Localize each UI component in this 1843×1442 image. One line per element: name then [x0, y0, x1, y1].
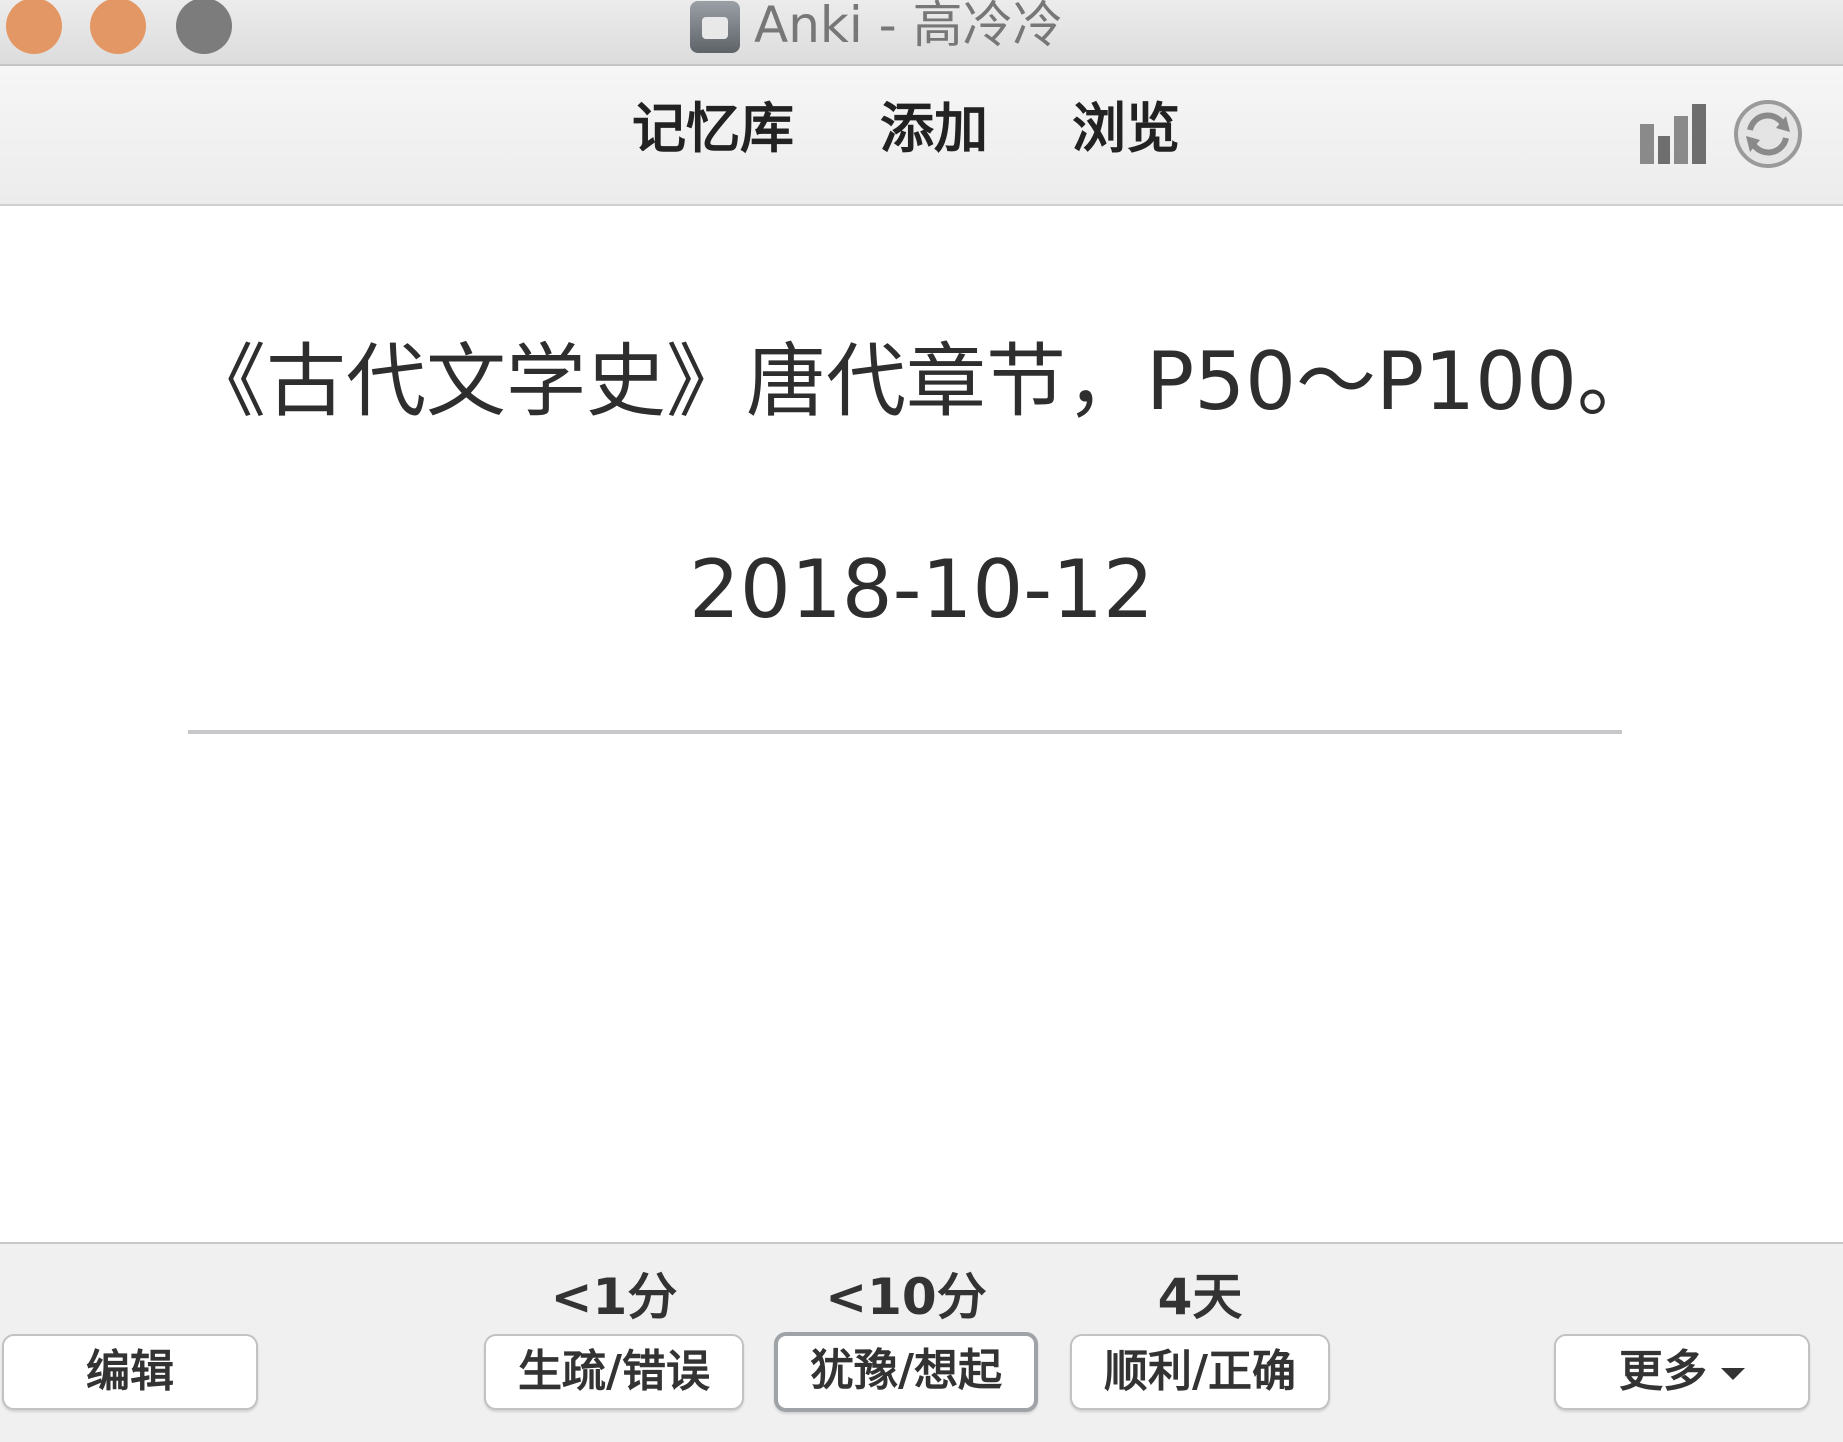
edit-button[interactable]: 编辑: [2, 1334, 258, 1410]
decks-link[interactable]: 记忆库: [632, 102, 794, 156]
anki-app-icon: [690, 1, 740, 53]
answer-divider: [188, 730, 1622, 734]
window-title: Anki - 高冷冷: [690, 0, 1063, 54]
window-titlebar: Anki - 高冷冷: [0, 0, 1843, 66]
more-button-label: 更多: [1619, 1346, 1707, 1397]
card-date-text: 2018-10-12: [689, 543, 1154, 636]
add-link[interactable]: 添加: [880, 102, 988, 156]
good-interval-label: 4天: [1157, 1268, 1243, 1326]
chevron-down-icon: [1721, 1368, 1745, 1380]
sync-icon[interactable]: [1732, 98, 1804, 170]
again-interval-label: <1分: [550, 1268, 678, 1326]
zoom-window-button[interactable]: [176, 0, 232, 54]
review-bottombar: 编辑 <1分 生疏/错误 <10分 犹豫/想起 4天 顺利/正确 更多: [0, 1242, 1843, 1442]
card-display: 《古代文学史》唐代章节，P50～P100。 2018-10-12: [0, 206, 1843, 1242]
close-window-button[interactable]: [6, 0, 62, 54]
again-button[interactable]: 生疏/错误: [484, 1334, 744, 1410]
main-toolbar: 记忆库 添加 浏览: [0, 66, 1843, 206]
card-question-text: 《古代文学史》唐代章节，P50～P100。: [186, 335, 1657, 428]
more-button[interactable]: 更多: [1554, 1334, 1810, 1410]
bar-chart-icon[interactable]: [1638, 102, 1710, 166]
hard-interval-label: <10分: [825, 1268, 987, 1326]
good-button[interactable]: 顺利/正确: [1070, 1334, 1330, 1410]
window-title-text: Anki - 高冷冷: [754, 0, 1063, 54]
hard-button[interactable]: 犹豫/想起: [774, 1332, 1038, 1412]
minimize-window-button[interactable]: [90, 0, 146, 54]
browse-link[interactable]: 浏览: [1072, 102, 1180, 156]
